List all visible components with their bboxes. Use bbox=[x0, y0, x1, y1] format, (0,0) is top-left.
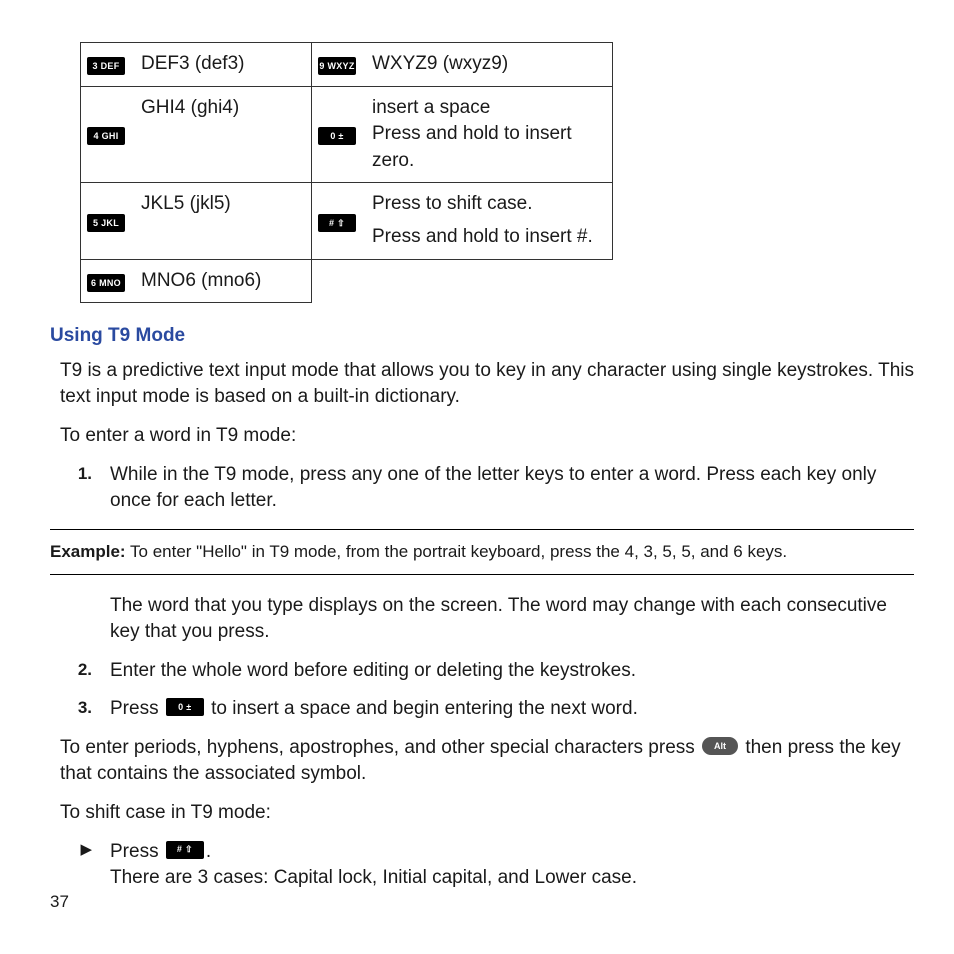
step-item: 1. While in the T9 mode, press any one o… bbox=[50, 462, 914, 515]
key-label-cell: MNO6 (mno6) bbox=[131, 259, 312, 303]
text-line: insert a space bbox=[372, 95, 602, 122]
key-label-cell: Press to shift case. Press and hold to i… bbox=[362, 183, 613, 259]
step-number: 1. bbox=[50, 462, 110, 515]
text-line: Press to shift case. bbox=[372, 191, 602, 218]
step-number: 2. bbox=[50, 658, 110, 685]
key-hash-icon: # ⇧ bbox=[318, 214, 356, 232]
key-9wxyz-icon: 9 WXYZ bbox=[318, 57, 356, 75]
key-cell: 0 ± bbox=[312, 86, 363, 183]
step-text: Press # ⇧. There are 3 cases: Capital lo… bbox=[110, 839, 914, 892]
page-number: 37 bbox=[50, 890, 69, 914]
example-text: To enter "Hello" in T9 mode, from the po… bbox=[126, 542, 788, 561]
key-3def-icon: 3 DEF bbox=[87, 57, 125, 75]
key-cell: # ⇧ bbox=[312, 183, 363, 259]
key-cell: 5 JKL bbox=[81, 183, 132, 259]
text-line: Press and hold to insert #. bbox=[372, 224, 602, 251]
key-0-space-icon: 0 ± bbox=[318, 127, 356, 145]
subhead: To enter a word in T9 mode: bbox=[60, 423, 914, 450]
step-text: Enter the whole word before editing or d… bbox=[110, 658, 914, 685]
step-item: 2. Enter the whole word before editing o… bbox=[50, 658, 914, 685]
key-cell: 6 MNO bbox=[81, 259, 132, 303]
key-label-cell: WXYZ9 (wxyz9) bbox=[362, 43, 613, 87]
step-text: The word that you type displays on the s… bbox=[110, 593, 914, 646]
alt-key-icon: Alt bbox=[702, 737, 738, 755]
step-text: While in the T9 mode, press any one of t… bbox=[110, 462, 914, 515]
special-chars-paragraph: To enter periods, hyphens, apostrophes, … bbox=[60, 735, 914, 788]
example-label: Example: bbox=[50, 542, 126, 561]
list-item: ▶ Press # ⇧. There are 3 cases: Capital … bbox=[50, 839, 914, 892]
steps-list-cont: The word that you type displays on the s… bbox=[50, 593, 914, 723]
key-label-cell: JKL5 (jkl5) bbox=[131, 183, 312, 259]
key-label-cell: GHI4 (ghi4) bbox=[131, 86, 312, 183]
bullet-arrow-icon: ▶ bbox=[50, 839, 110, 892]
key-cell: 9 WXYZ bbox=[312, 43, 363, 87]
intro-paragraph: T9 is a predictive text input mode that … bbox=[60, 358, 914, 411]
text-line: Press and hold to insert zero. bbox=[372, 121, 602, 174]
key-4ghi-icon: 4 GHI bbox=[87, 127, 125, 145]
key-label-cell: insert a space Press and hold to insert … bbox=[362, 86, 613, 183]
steps-list: 1. While in the T9 mode, press any one o… bbox=[50, 462, 914, 515]
space-key-icon: 0 ± bbox=[166, 698, 204, 716]
hash-key-icon: # ⇧ bbox=[166, 841, 204, 859]
key-mapping-table: 3 DEF DEF3 (def3) 9 WXYZ WXYZ9 (wxyz9) 4… bbox=[80, 42, 613, 303]
step-number: 3. bbox=[50, 696, 110, 723]
key-cell: 3 DEF bbox=[81, 43, 132, 87]
step-number bbox=[50, 593, 110, 646]
key-label-cell: DEF3 (def3) bbox=[131, 43, 312, 87]
shift-list: ▶ Press # ⇧. There are 3 cases: Capital … bbox=[50, 839, 914, 892]
example-box: Example: To enter "Hello" in T9 mode, fr… bbox=[50, 529, 914, 575]
step-text: Press 0 ± to insert a space and begin en… bbox=[110, 696, 914, 723]
key-6mno-icon: 6 MNO bbox=[87, 274, 125, 292]
step-item: 3. Press 0 ± to insert a space and begin… bbox=[50, 696, 914, 723]
step-item: The word that you type displays on the s… bbox=[50, 593, 914, 646]
section-heading: Using T9 Mode bbox=[50, 323, 914, 350]
key-5jkl-icon: 5 JKL bbox=[87, 214, 125, 232]
subhead: To shift case in T9 mode: bbox=[60, 800, 914, 827]
key-cell: 4 GHI bbox=[81, 86, 132, 183]
